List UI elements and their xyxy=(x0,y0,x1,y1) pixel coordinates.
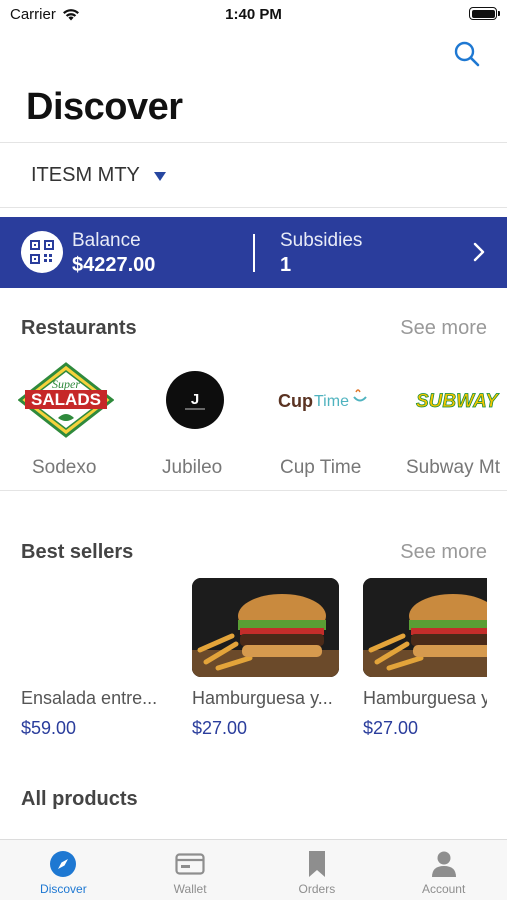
clock: 1:40 PM xyxy=(225,6,282,23)
product-image xyxy=(363,578,487,677)
person-icon xyxy=(429,849,459,879)
restaurant-name-subway[interactable]: Subway Mt xyxy=(406,457,500,479)
balance-bar[interactable]: Balance $4227.00 Subsidies 1 xyxy=(0,217,507,288)
restaurant-name-jubileo[interactable]: Jubileo xyxy=(162,457,222,479)
subsidies-value: 1 xyxy=(280,254,292,276)
super-salads-logo: Super SALADS xyxy=(18,362,114,438)
restaurants-title: Restaurants xyxy=(21,317,137,339)
tab-account[interactable]: Account xyxy=(380,840,507,900)
logo-cup-text: Cup xyxy=(278,391,313,411)
logo-super-text: Super xyxy=(52,377,80,391)
tab-label: Discover xyxy=(40,882,87,896)
best-sellers-see-more-link[interactable]: See more xyxy=(400,541,487,564)
logo-time-text: Time xyxy=(314,393,349,410)
campus-selector[interactable]: ITESM MTY xyxy=(31,164,166,187)
jubileo-logo: J xyxy=(166,371,224,429)
qr-code-icon xyxy=(30,240,54,264)
balance-label: Balance xyxy=(72,230,141,251)
search-icon xyxy=(454,41,480,67)
burger-image xyxy=(363,578,487,677)
status-bar: Carrier 1:40 PM xyxy=(0,0,507,30)
product-price: $27.00 xyxy=(192,718,248,738)
balance-separator xyxy=(253,234,255,272)
wallet-icon xyxy=(175,849,205,879)
tab-discover[interactable]: Discover xyxy=(0,840,127,900)
restaurant-card-cup-time[interactable]: Cup Time xyxy=(276,360,372,440)
caret-down-icon xyxy=(153,172,166,181)
subway-logo: SUBWAY xyxy=(416,391,501,413)
best-sellers-title: Best sellers xyxy=(21,541,134,563)
tab-label: Wallet xyxy=(173,882,207,896)
product-price: $27.00 xyxy=(363,718,419,738)
search-button[interactable] xyxy=(453,40,481,68)
product-name: Ensalada entre... xyxy=(21,688,158,708)
balance-value: $4227.00 xyxy=(72,254,156,276)
logo-subway-text: SUBWAY xyxy=(416,391,500,412)
bookmark-icon xyxy=(302,849,332,879)
qr-code-button[interactable] xyxy=(21,231,63,273)
restaurants-see-more-link[interactable]: See more xyxy=(400,317,487,340)
restaurant-card-jubileo[interactable]: J xyxy=(164,360,226,440)
product-name: Hamburguesa y xyxy=(363,688,487,708)
burger-image xyxy=(192,578,339,677)
restaurant-card-subway[interactable]: SUBWAY xyxy=(414,360,507,440)
restaurant-card-sodexo[interactable]: Super SALADS xyxy=(16,360,116,440)
tab-label: Account xyxy=(421,882,466,896)
logo-j-text: J xyxy=(191,391,199,408)
tab-label: Orders xyxy=(298,882,336,896)
battery-icon xyxy=(469,7,500,20)
restaurants-divider xyxy=(0,490,507,491)
restaurant-name-cup-time[interactable]: Cup Time xyxy=(280,457,361,479)
header-divider xyxy=(0,142,507,143)
campus-label: ITESM MTY xyxy=(31,164,140,186)
subsidies-label: Subsidies xyxy=(280,230,363,251)
chevron-right-icon xyxy=(473,242,485,262)
product-name: Hamburguesa y... xyxy=(192,688,333,708)
tab-orders[interactable]: Orders xyxy=(254,840,381,900)
all-products-title: All products xyxy=(21,788,138,810)
campus-divider xyxy=(0,207,507,208)
product-image xyxy=(192,578,339,677)
restaurant-name-sodexo[interactable]: Sodexo xyxy=(32,457,96,479)
logo-salads-text: SALADS xyxy=(31,390,101,409)
tab-wallet[interactable]: Wallet xyxy=(127,840,254,900)
tab-bar: Discover Wallet Orders Account xyxy=(0,839,507,900)
cup-time-logo: Cup Time xyxy=(278,389,367,411)
compass-icon xyxy=(48,849,78,879)
product-price: $59.00 xyxy=(21,718,77,738)
page-title: Discover xyxy=(26,86,183,128)
